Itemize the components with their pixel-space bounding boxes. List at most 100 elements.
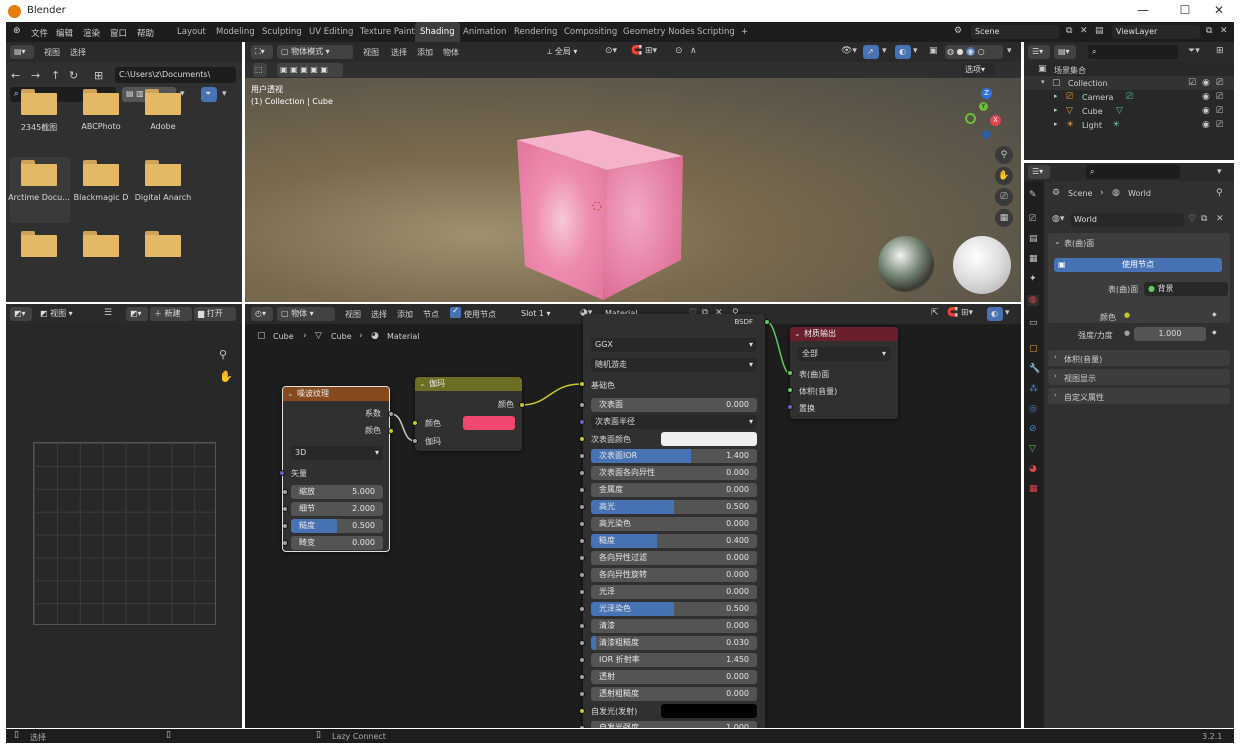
collapse-chevron-icon[interactable]: ⌄ <box>794 330 801 338</box>
bsdf-field-12[interactable]: 清漆粗糙度 0.030 <box>591 636 757 650</box>
vp-menu-select[interactable]: 选择 <box>391 47 407 58</box>
bsdf-input-socket[interactable] <box>579 572 585 578</box>
view-layer-selector[interactable]: ViewLayer <box>1112 25 1200 39</box>
3d-viewport-area[interactable]: ⛶▾ ▢ 物体模式 ▾ 视图 选择 添加 物体 ⟂ 全局 ▾ ⊙▾ 🧲 ⊞▾ ⊙… <box>245 42 1021 302</box>
image-view-menu[interactable]: 视图 <box>50 309 66 318</box>
bsdf-input-socket[interactable] <box>579 453 585 459</box>
new-collection-icon[interactable]: ⊞ <box>1216 47 1224 56</box>
gizmo-toggle-icon[interactable]: ↗ <box>863 45 879 59</box>
viewport-display-panel[interactable]: › 视图显示 <box>1048 369 1230 385</box>
bsdf-input-socket[interactable] <box>579 674 585 680</box>
node-material-output[interactable]: 材质输出 ⌄ 全部 ▾ 表(曲)面 体积(音量) 置换 <box>790 327 898 419</box>
tab-texture-paint[interactable]: Texture Paint <box>355 22 420 42</box>
noise-color-socket[interactable] <box>388 428 394 434</box>
gizmo-x-axis[interactable]: X <box>990 115 1001 126</box>
collapse-chevron-icon[interactable]: ⌄ <box>287 390 294 398</box>
keyframe-dot-icon[interactable]: ◆ <box>1212 312 1217 318</box>
delete-view-layer-icon[interactable]: ✕ <box>1220 27 1228 36</box>
bsdf-input-socket[interactable] <box>579 402 585 408</box>
open-image-button[interactable]: ▆ 打开 <box>194 307 236 321</box>
world-name-field[interactable]: World <box>1070 213 1184 227</box>
subsurface-radius-select[interactable]: 次表面半径 ▾ <box>591 415 757 429</box>
output-tab-icon[interactable]: ▤ <box>1029 235 1038 244</box>
outliner-search-input[interactable]: ⌕ <box>1088 45 1178 59</box>
editor-type-icon[interactable]: ▤▾ <box>10 45 34 59</box>
bsdf-field-8[interactable]: 各向异性旋转 0.000 <box>591 568 757 582</box>
shading-mode-buttons[interactable]: ◍ ● ◉ ○ <box>945 45 1003 59</box>
camera-render-icon[interactable]: ⎚ <box>1216 79 1223 88</box>
close-icon[interactable]: ✕ <box>1209 3 1229 17</box>
tool-tab-icon[interactable]: ✎ <box>1029 191 1037 200</box>
output-header[interactable]: 材质输出 <box>790 327 898 341</box>
eye-icon[interactable]: ◉ <box>1202 121 1210 130</box>
gamma-in-gamma-socket[interactable] <box>412 438 418 444</box>
use-nodes-button[interactable]: ▣ 使用节点 <box>1054 258 1222 272</box>
world-tab-icon[interactable]: ◍ <box>1027 295 1039 306</box>
cube-object[interactable] <box>505 126 685 302</box>
bsdf-input-socket[interactable] <box>579 606 585 612</box>
vp-menu-object[interactable]: 物体 <box>443 47 459 58</box>
keyframe-dot-icon[interactable]: ◆ <box>1212 330 1217 336</box>
expand-icon[interactable]: ▸ <box>1054 93 1058 100</box>
display-mode-icon[interactable]: ▤▾ <box>1054 45 1076 59</box>
noise-fac-socket[interactable] <box>388 411 394 417</box>
color-swatch[interactable] <box>661 704 757 718</box>
new-image-button[interactable]: ＋ 新建 <box>150 307 192 321</box>
proportional-icon[interactable]: ⊙ <box>675 47 683 56</box>
gizmo-neg-z-axis[interactable] <box>982 130 991 139</box>
bsdf-field-9[interactable]: 光泽 0.000 <box>591 585 757 599</box>
bsdf-field-11[interactable]: 清漆 0.000 <box>591 619 757 633</box>
menu-edit[interactable]: 编辑 <box>56 27 73 39</box>
menu-render[interactable]: 渲染 <box>83 27 100 39</box>
noise-input-socket[interactable] <box>283 506 288 512</box>
add-workspace-button[interactable]: + <box>736 22 753 42</box>
bsdf-input-socket[interactable] <box>579 487 585 493</box>
emission-strength-field[interactable]: 自发光强度 1.000 <box>591 721 757 728</box>
transform-orientation[interactable]: ⟂ 全局 ▾ <box>543 45 599 59</box>
maximize-icon[interactable]: ☐ <box>1175 3 1195 17</box>
tab-modeling[interactable]: Modeling <box>211 22 260 42</box>
noise-input-socket[interactable] <box>283 489 288 495</box>
color-swatch[interactable] <box>661 432 757 446</box>
texture-tab-icon[interactable]: ▦ <box>1029 485 1038 494</box>
panel-expand-icon[interactable]: ⌄ <box>1054 238 1061 246</box>
bsdf-input-socket[interactable] <box>579 725 585 728</box>
forward-icon[interactable]: → <box>31 70 40 81</box>
snap-icon[interactable]: 🧲 <box>631 47 642 56</box>
menu-window[interactable]: 窗口 <box>110 27 127 39</box>
bsdf-input-socket[interactable] <box>579 538 585 544</box>
overlay-toggle-icon[interactable]: ◐ <box>895 45 911 59</box>
folder-icon[interactable] <box>145 231 181 257</box>
duplicate-world-icon[interactable]: ⧉ <box>1201 215 1207 224</box>
particles-tab-icon[interactable]: ⁂ <box>1029 385 1038 394</box>
outliner-row-camera[interactable]: ▸ ⎚ Camera ⎚ ◉ ⎚ <box>1024 90 1234 104</box>
filter-chevron-icon[interactable]: ▾ <box>222 90 227 99</box>
surface-shader-field[interactable]: ● 背景 <box>1144 282 1228 296</box>
object-tab-icon[interactable]: ▢ <box>1029 345 1038 354</box>
bsdf-field-0[interactable]: 次表面 0.000 <box>591 398 757 412</box>
noise-field-1[interactable]: 细节 2.000 <box>291 502 383 516</box>
tab-shading[interactable]: Shading <box>415 22 460 42</box>
expand-icon[interactable]: ▸ <box>1054 107 1058 114</box>
new-folder-icon[interactable]: ⊞ <box>94 70 103 81</box>
bsdf-field-7[interactable]: 各向异性过滤 0.000 <box>591 551 757 565</box>
mode-selector[interactable]: ▢ 物体模式 ▾ <box>277 45 353 59</box>
tab-compositing[interactable]: Compositing <box>559 22 622 42</box>
scene-collection-label[interactable]: 场景集合 <box>1054 65 1086 76</box>
bsdf-field-10[interactable]: 光泽染色 0.500 <box>591 602 757 616</box>
path-field[interactable]: C:\Users\z\Documents\ <box>115 67 236 83</box>
bsdf-input-socket[interactable] <box>579 657 585 663</box>
refresh-icon[interactable]: ↻ <box>69 70 78 81</box>
vp-menu-add[interactable]: 添加 <box>417 47 433 58</box>
camera-render-icon[interactable]: ⎚ <box>1216 107 1223 116</box>
subsurface-method-select[interactable]: 随机游走 ▾ <box>591 358 757 372</box>
camera-render-icon[interactable]: ⎚ <box>1216 93 1223 102</box>
bsdf-field-1[interactable]: 次表面IOR 1.400 <box>591 449 757 463</box>
bsdf-field-14[interactable]: 透射 0.000 <box>591 670 757 684</box>
gamma-in-color-socket[interactable] <box>412 420 418 426</box>
vp-menu-view[interactable]: 视图 <box>363 47 379 58</box>
bsdf-input-socket[interactable] <box>579 470 585 476</box>
scene-tab-icon[interactable]: ✦ <box>1029 275 1037 284</box>
material-tab-icon[interactable]: ◕ <box>1029 465 1037 474</box>
view-layer-tab-icon[interactable]: ▦ <box>1029 255 1038 264</box>
